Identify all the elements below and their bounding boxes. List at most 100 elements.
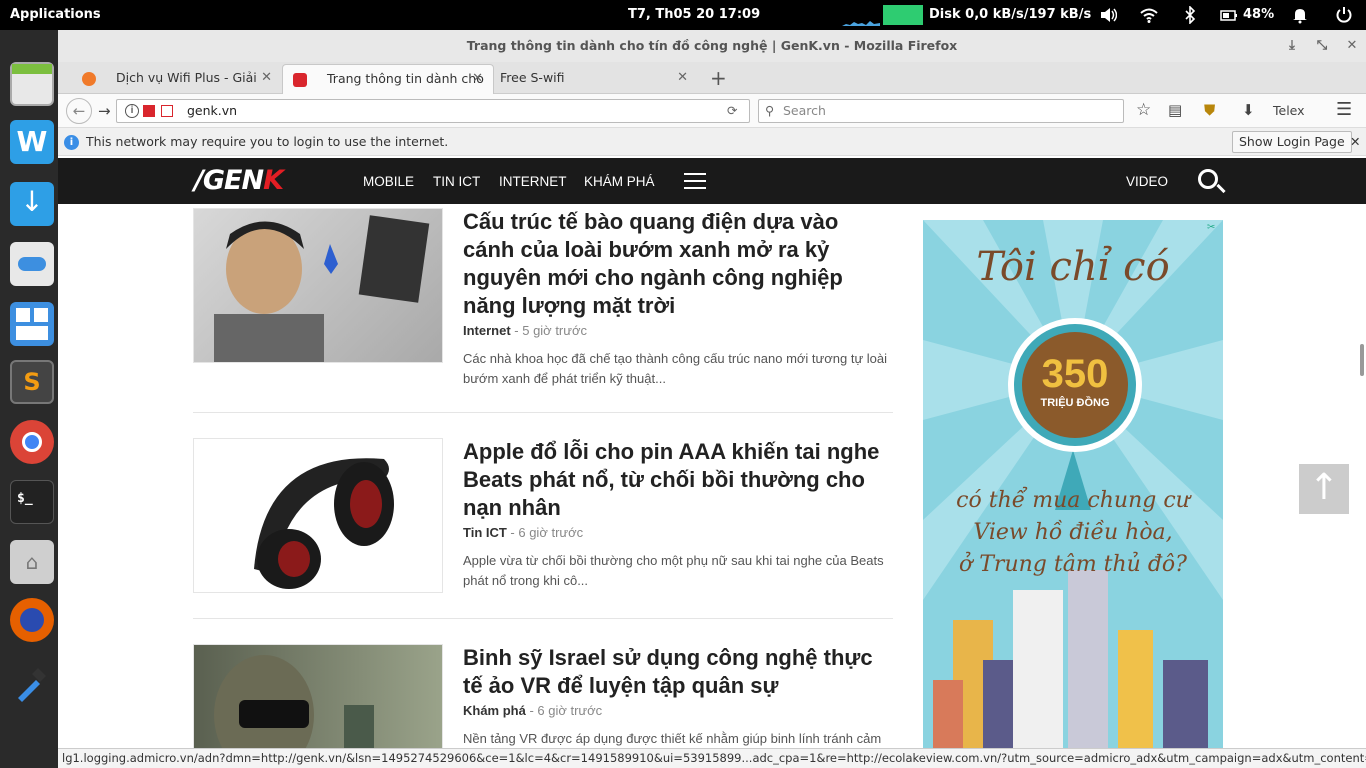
article-item[interactable]: Cấu trúc tế bào quang điện dựa vào cánh … — [193, 208, 895, 386]
genk-page: /GENK MOBILE TIN ICT INTERNET KHÁM PHÁ V… — [58, 158, 1366, 748]
divider — [193, 412, 893, 413]
notification-bell-icon[interactable] — [1291, 6, 1309, 24]
wifi-icon[interactable] — [1140, 6, 1158, 24]
wps-writer-icon[interactable]: W — [10, 120, 54, 164]
reading-list-icon[interactable]: ▤ — [1168, 101, 1182, 119]
tab-free-s-wifi[interactable]: Free S-wifi ✕ — [494, 64, 698, 94]
adchoices-icon[interactable]: ✂ — [1207, 222, 1219, 234]
tab-close-icon[interactable]: ✕ — [677, 64, 688, 92]
notification-message: This network may require you to login to… — [86, 134, 449, 149]
window-title: Trang thông tin dành cho tín đồ công ngh… — [466, 38, 958, 53]
terminal-icon[interactable]: $_ — [10, 480, 54, 524]
article-category[interactable]: Internet — [463, 323, 511, 338]
bluetooth-icon[interactable] — [1181, 6, 1199, 24]
tracking-blocked-icon[interactable] — [143, 105, 155, 117]
battery-icon[interactable] — [1220, 6, 1238, 24]
forward-button[interactable]: → — [98, 102, 111, 120]
firefox-icon[interactable] — [10, 598, 54, 642]
site-navbar: /GENK MOBILE TIN ICT INTERNET KHÁM PHÁ V… — [58, 158, 1366, 204]
site-search-icon[interactable] — [1198, 169, 1218, 189]
article-description: Các nhà khoa học đã chế tạo thành công c… — [463, 351, 887, 386]
hamburger-menu-icon[interactable] — [684, 173, 706, 189]
tab-favicon-icon — [293, 73, 307, 87]
nav-video[interactable]: VIDEO — [1126, 174, 1168, 189]
nav-tin-ict[interactable]: TIN ICT — [433, 174, 480, 189]
permission-icon[interactable] — [161, 105, 173, 117]
article-meta: Khám phá - 6 giờ trước — [463, 703, 602, 718]
tab-close-icon[interactable]: ✕ — [472, 65, 483, 93]
article-category[interactable]: Khám phá — [463, 703, 526, 718]
workspace-app-icon[interactable] — [10, 302, 54, 346]
status-bar: lg1.logging.admicro.vn/adn?dmn=http://ge… — [58, 748, 1366, 768]
color-picker-icon[interactable] — [10, 660, 54, 704]
tab-wifi-plus[interactable]: Dịch vụ Wifi Plus - Giải ph... ✕ — [72, 64, 282, 113]
back-button[interactable]: ← — [66, 98, 92, 124]
nav-kham-pha[interactable]: KHÁM PHÁ — [584, 174, 655, 189]
article-thumbnail[interactable] — [193, 438, 443, 593]
scroll-to-top-button[interactable]: ↑ — [1299, 464, 1349, 514]
power-icon[interactable] — [1335, 6, 1353, 24]
article-time: - 6 giờ trước — [506, 525, 584, 540]
url-bar[interactable]: i genk.vn ⟳ — [116, 99, 750, 123]
tab-label: Free S-wifi — [500, 70, 565, 85]
bookmark-star-icon[interactable]: ☆ — [1136, 100, 1151, 120]
tab-genk[interactable]: Trang thông tin dành cho ... ✕ — [282, 64, 494, 114]
clock[interactable]: T7, Th05 20 17:09 — [628, 7, 760, 22]
tab-favicon-icon — [82, 72, 96, 86]
download-app-icon[interactable]: ↓ — [10, 182, 54, 226]
downloads-icon[interactable]: ⬇ — [1242, 101, 1255, 119]
article-thumbnail[interactable] — [193, 644, 443, 748]
ad-price-badge: 350 TRIỆU ĐỒNG — [1008, 318, 1142, 452]
article-meta: Tin ICT - 6 giờ trước — [463, 525, 583, 540]
tab-close-icon[interactable]: ✕ — [261, 64, 272, 92]
genk-logo[interactable]: /GENK — [194, 165, 284, 196]
chrome-icon[interactable] — [10, 420, 54, 464]
search-bar[interactable]: ⚲ Search — [758, 99, 1124, 123]
applications-menu[interactable]: Applications — [10, 7, 101, 22]
search-placeholder: Search — [783, 103, 826, 118]
article-item[interactable]: Binh sỹ Israel sử dụng công nghệ thực tế… — [193, 644, 893, 748]
sublime-text-icon[interactable]: S — [10, 360, 54, 404]
ad-line-3: ở Trung tâm thủ đô? — [959, 552, 1187, 577]
close-notification-icon[interactable]: ✕ — [1350, 128, 1360, 156]
ad-headline: Tôi chỉ có — [976, 244, 1170, 290]
nav-internet[interactable]: INTERNET — [499, 174, 567, 189]
advertisement-banner[interactable]: ✂ Tôi chỉ có 350 TRIỆU ĐỒNG có thể mua c… — [923, 220, 1223, 748]
home-folder-icon[interactable]: ⌂ — [10, 540, 54, 584]
firefox-window: Trang thông tin dành cho tín đồ công ngh… — [58, 30, 1366, 768]
ad-line-2: View hồ điều hòa, — [973, 520, 1173, 545]
article-title[interactable]: Binh sỹ Israel sử dụng công nghệ thực tế… — [463, 644, 895, 700]
site-info-icon[interactable]: i — [125, 104, 139, 118]
dock: W ↓ S $_ ⌂ — [0, 30, 58, 768]
restore-button[interactable]: ⤡ — [1314, 38, 1330, 54]
calendar-app-icon[interactable] — [10, 62, 54, 106]
article-category[interactable]: Tin ICT — [463, 525, 507, 540]
new-tab-button[interactable]: + — [710, 66, 727, 90]
navigation-bar: ← → i genk.vn ⟳ ⚲ Search ☆ ▤ ⛊ ⬇ Telex ☰ — [58, 94, 1366, 128]
nav-mobile[interactable]: MOBILE — [363, 174, 414, 189]
article-title[interactable]: Cấu trúc tế bào quang điện dựa vào cánh … — [463, 208, 895, 320]
article-item[interactable]: Apple đổ lỗi cho pin AAA khiến tai nghe … — [193, 438, 893, 594]
network-graph-icon — [842, 21, 880, 26]
volume-icon[interactable] — [1099, 6, 1117, 24]
tab-bar: Dịch vụ Wifi Plus - Giải ph... ✕ Trang t… — [58, 62, 1366, 114]
show-login-page-button[interactable]: Show Login Page — [1232, 131, 1352, 153]
close-window-button[interactable]: ✕ — [1344, 38, 1360, 54]
ime-indicator[interactable]: Telex — [1273, 103, 1305, 118]
captive-portal-notification: i This network may require you to login … — [58, 128, 1366, 156]
article-description: Nền tảng VR được áp dụng được thiết kế n… — [463, 731, 882, 746]
reload-icon[interactable]: ⟳ — [727, 100, 737, 122]
scrollbar-thumb[interactable] — [1360, 344, 1364, 376]
article-thumbnail[interactable] — [193, 208, 443, 363]
ad-line-1: có thể mua chung cư — [956, 488, 1190, 513]
top-panel: Applications T7, Th05 20 17:09 Disk 0,0 … — [0, 0, 1366, 30]
article-title[interactable]: Apple đổ lỗi cho pin AAA khiến tai nghe … — [463, 438, 895, 522]
settings-toggle-icon[interactable] — [10, 242, 54, 286]
ad-amount: 350 — [1041, 352, 1109, 396]
info-icon: i — [64, 135, 79, 150]
pocket-icon[interactable]: ⛊ — [1204, 101, 1215, 119]
menu-icon[interactable]: ☰ — [1336, 99, 1352, 120]
minimize-button[interactable]: ⤓ — [1284, 38, 1300, 54]
ad-unit: TRIỆU ĐỒNG — [1040, 397, 1110, 409]
article-meta: Internet - 5 giờ trước — [463, 323, 587, 338]
